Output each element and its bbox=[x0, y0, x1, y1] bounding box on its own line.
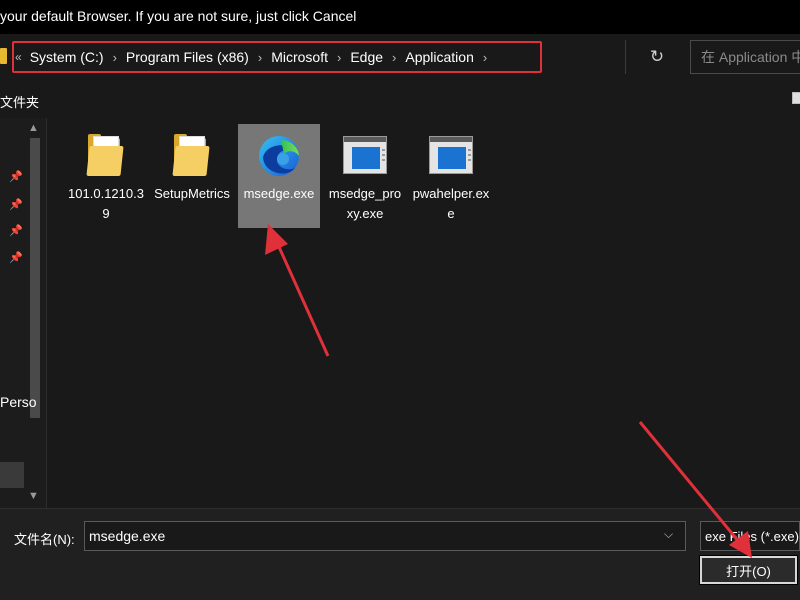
command-toolbar: 文件夹 bbox=[0, 82, 800, 116]
file-item-pwahelper[interactable]: pwahelper.exe bbox=[410, 124, 492, 228]
chevron-right-icon[interactable]: › bbox=[258, 50, 262, 65]
pin-icon: 📌 bbox=[9, 252, 23, 264]
file-item-folder-setupmetrics[interactable]: SetupMetrics bbox=[151, 124, 233, 228]
chevron-right-icon[interactable]: › bbox=[483, 50, 487, 65]
nav-item-selected[interactable] bbox=[0, 462, 24, 488]
file-item-msedge[interactable]: msedge.exe bbox=[238, 124, 320, 228]
pin-icon: 📌 bbox=[9, 225, 23, 237]
dialog-instruction-text: your default Browser. If you are not sur… bbox=[0, 8, 357, 24]
search-input[interactable]: 在 Application 中搜索 bbox=[690, 40, 800, 74]
breadcrumb-item-program-files[interactable]: Program Files (x86) bbox=[126, 49, 249, 65]
view-options-icon[interactable] bbox=[792, 92, 800, 104]
navigation-pane: ▲ 📌 📌 📌 📌 Perso ▼ bbox=[0, 118, 46, 508]
refresh-button[interactable]: ↻ bbox=[644, 44, 670, 70]
filename-field[interactable]: msedge.exe bbox=[84, 521, 686, 551]
chevron-right-icon[interactable]: › bbox=[337, 50, 341, 65]
new-folder-button[interactable]: 文件夹 bbox=[0, 92, 39, 111]
scroll-down-arrow-icon[interactable]: ▼ bbox=[28, 490, 39, 502]
edge-icon bbox=[257, 132, 301, 178]
nav-scrollbar-thumb[interactable] bbox=[30, 138, 40, 418]
application-window-icon bbox=[429, 132, 473, 178]
dialog-title-bar: your default Browser. If you are not sur… bbox=[0, 0, 800, 34]
scroll-up-arrow-icon[interactable]: ▲ bbox=[28, 122, 39, 134]
breadcrumb-item-application[interactable]: Application bbox=[405, 49, 474, 65]
chevron-right-icon[interactable]: › bbox=[113, 50, 117, 65]
application-window-icon bbox=[343, 132, 387, 178]
pin-icon: 📌 bbox=[9, 171, 23, 183]
breadcrumb-item-edge[interactable]: Edge bbox=[350, 49, 383, 65]
folder-icon bbox=[84, 132, 128, 178]
chevron-right-icon[interactable]: › bbox=[392, 50, 396, 65]
breadcrumb-item-microsoft[interactable]: Microsoft bbox=[271, 49, 328, 65]
file-list: 101.0.1210.39 SetupMetrics msedge.exe ms… bbox=[47, 118, 800, 508]
nav-item-partial[interactable]: Perso bbox=[0, 394, 37, 410]
open-button[interactable]: 打开(O) bbox=[699, 555, 798, 585]
file-name: msedge.exe bbox=[243, 186, 315, 201]
breadcrumb-overflow-icon[interactable]: « bbox=[15, 50, 22, 64]
folder-icon bbox=[0, 48, 7, 64]
file-type-select[interactable]: exe Files (*.exe) bbox=[700, 521, 800, 551]
file-item-folder-version[interactable]: 101.0.1210.39 bbox=[65, 124, 147, 228]
address-divider bbox=[625, 40, 626, 74]
pin-icon: 📌 bbox=[9, 199, 23, 211]
filename-label: 文件名(N): bbox=[14, 532, 75, 547]
chevron-down-icon[interactable]: ⌵ bbox=[664, 527, 673, 542]
file-name: pwahelper.exe bbox=[412, 186, 490, 221]
file-item-msedge-proxy[interactable]: msedge_proxy.exe bbox=[324, 124, 406, 228]
file-name: SetupMetrics bbox=[154, 186, 230, 201]
file-name: msedge_proxy.exe bbox=[328, 186, 402, 221]
dialog-footer: 文件名(N): msedge.exe ⌵ exe Files (*.exe) 打… bbox=[0, 508, 800, 600]
refresh-icon: ↻ bbox=[649, 47, 665, 66]
folder-icon bbox=[170, 132, 214, 178]
breadcrumb-item-system[interactable]: System (C:) bbox=[30, 49, 104, 65]
breadcrumb[interactable]: « System (C:) › Program Files (x86) › Mi… bbox=[15, 44, 496, 70]
file-name: 101.0.1210.39 bbox=[68, 186, 144, 221]
search-placeholder: 在 Application 中搜索 bbox=[701, 49, 800, 65]
